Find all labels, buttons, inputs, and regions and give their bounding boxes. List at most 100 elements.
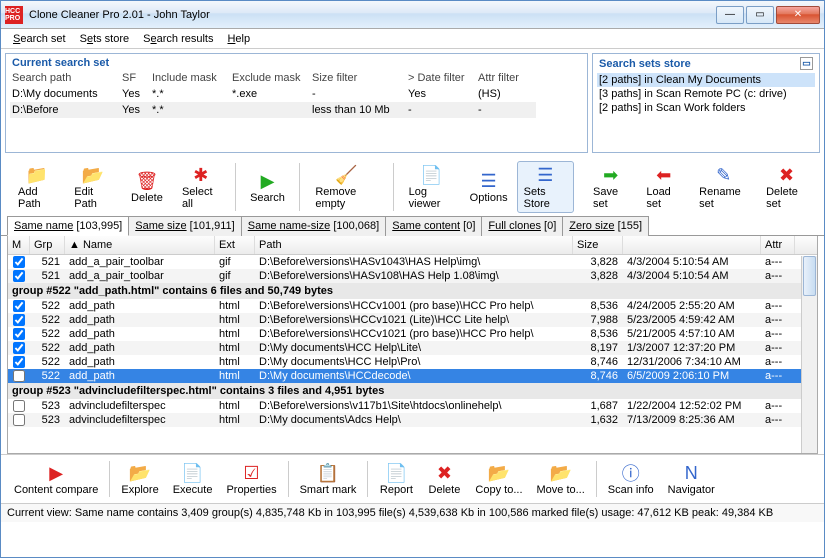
- search-cell[interactable]: less than 10 Mb: [310, 102, 406, 118]
- search-cell[interactable]: -: [406, 102, 476, 118]
- cell-attr: a---: [761, 341, 795, 355]
- menu-sets-store[interactable]: Sets store: [74, 31, 136, 47]
- delete-path-button[interactable]: 🗑Delete: [123, 161, 171, 213]
- edit-path-button[interactable]: 📂Edit Path: [67, 161, 119, 213]
- tab[interactable]: Same content [0]: [385, 216, 482, 236]
- search-cell[interactable]: *.*: [150, 102, 230, 118]
- tab[interactable]: Same size [101,911]: [128, 216, 241, 236]
- add-path-button[interactable]: 📁Add Path: [11, 161, 63, 213]
- row-checkbox[interactable]: [13, 370, 25, 382]
- table-row[interactable]: 522add_pathhtmlD:\Before\versions\HCCv10…: [8, 313, 817, 327]
- close-button[interactable]: ✕: [776, 6, 820, 24]
- search-cell[interactable]: Yes: [120, 102, 150, 118]
- log-viewer-icon: 📄: [420, 164, 442, 186]
- row-checkbox[interactable]: [13, 356, 25, 368]
- row-checkbox[interactable]: [13, 328, 25, 340]
- store-item[interactable]: [2 paths] in Scan Work folders: [597, 101, 815, 115]
- navigator-button[interactable]: NNavigator: [661, 459, 722, 499]
- cell-name: add_path: [65, 369, 215, 383]
- sets-store-button[interactable]: ☰Sets Store: [517, 161, 574, 213]
- cell-ext: html: [215, 327, 255, 341]
- column-header[interactable]: Attr: [761, 236, 795, 254]
- save-set-button[interactable]: ➡Save set: [586, 161, 635, 213]
- scrollbar-thumb[interactable]: [803, 256, 816, 296]
- row-checkbox[interactable]: [13, 314, 25, 326]
- column-header[interactable]: [623, 236, 761, 254]
- table-row[interactable]: 521add_a_pair_toolbargifD:\Before\versio…: [8, 255, 817, 269]
- column-header[interactable]: ▲ Name: [65, 236, 215, 254]
- delete-set-button[interactable]: ✖Delete set: [759, 161, 814, 213]
- search-cell[interactable]: D:\My documents: [10, 86, 120, 102]
- search-header: Size filter: [310, 70, 406, 86]
- row-checkbox[interactable]: [13, 414, 25, 426]
- options-button[interactable]: ☰Options: [465, 161, 513, 213]
- load-set-button[interactable]: ⬅Load set: [639, 161, 688, 213]
- search-header: Exclude mask: [230, 70, 310, 86]
- search-cell[interactable]: *.exe: [230, 86, 310, 102]
- search-header: Attr filter: [476, 70, 536, 86]
- row-checkbox[interactable]: [13, 300, 25, 312]
- cell-path: D:\Before\versions\HASv108\HAS Help 1.08…: [255, 269, 573, 283]
- column-header[interactable]: Ext: [215, 236, 255, 254]
- search-cell[interactable]: D:\Before: [10, 102, 120, 118]
- search-cell[interactable]: *.*: [150, 86, 230, 102]
- log-viewer-button[interactable]: 📄Log viewer: [402, 161, 461, 213]
- rename-set-button[interactable]: ✎Rename set: [692, 161, 755, 213]
- table-row[interactable]: 522add_pathhtmlD:\My documents\HCC Help\…: [8, 355, 817, 369]
- table-row[interactable]: 523advincludefilterspechtmlD:\Before\ver…: [8, 399, 817, 413]
- cell-grp: 523: [30, 413, 65, 427]
- scan-info-button[interactable]: ⓘScan info: [601, 459, 661, 499]
- cell-path: D:\My documents\Adcs Help\: [255, 413, 573, 427]
- table-row[interactable]: 522add_pathhtmlD:\Before\versions\HCCv10…: [8, 327, 817, 341]
- table-row[interactable]: 521add_a_pair_toolbargifD:\Before\versio…: [8, 269, 817, 283]
- store-item[interactable]: [3 paths] in Scan Remote PC (c: drive): [597, 87, 815, 101]
- tab[interactable]: Same name-size [100,068]: [241, 216, 386, 236]
- column-header[interactable]: Path: [255, 236, 573, 254]
- tab[interactable]: Same name [103,995]: [7, 216, 129, 236]
- content-compare-button[interactable]: ▶Content compare: [7, 459, 105, 499]
- delete-file-button[interactable]: ✖Delete: [420, 459, 468, 499]
- report-button[interactable]: 📄Report: [372, 459, 420, 499]
- search-cell[interactable]: (HS): [476, 86, 536, 102]
- cell-date: 5/21/2005 4:57:10 AM: [623, 327, 761, 341]
- explore-button[interactable]: 📂Explore: [114, 459, 165, 499]
- cell-size: 8,536: [573, 327, 623, 341]
- tab[interactable]: Zero size [155]: [562, 216, 649, 236]
- menu-search-set[interactable]: Search set: [7, 31, 72, 47]
- menu-help[interactable]: Help: [221, 31, 256, 47]
- row-checkbox[interactable]: [13, 342, 25, 354]
- minimize-button[interactable]: —: [716, 6, 744, 24]
- copy-to-button[interactable]: 📂Copy to...: [468, 459, 529, 499]
- search-cell[interactable]: [230, 102, 310, 118]
- move-to-button[interactable]: 📂Move to...: [530, 459, 592, 499]
- tab[interactable]: Full clones [0]: [481, 216, 563, 236]
- maximize-button[interactable]: ▭: [746, 6, 774, 24]
- table-row[interactable]: 522add_pathhtmlD:\Before\versions\HCCv10…: [8, 299, 817, 313]
- menu-search-results[interactable]: Search results: [137, 31, 219, 47]
- column-header[interactable]: Grp: [30, 236, 65, 254]
- table-row[interactable]: 523advincludefilterspechtmlD:\My documen…: [8, 413, 817, 427]
- smart-mark-button[interactable]: 📋Smart mark: [293, 459, 364, 499]
- panel-close-icon[interactable]: ▭: [800, 57, 813, 70]
- cell-name: advincludefilterspec: [65, 399, 215, 413]
- cell-name: advincludefilterspec: [65, 413, 215, 427]
- search-cell[interactable]: -: [310, 86, 406, 102]
- properties-button[interactable]: ☑Properties: [219, 459, 283, 499]
- remove-empty-button[interactable]: 🧹Remove empty: [308, 161, 385, 213]
- column-header[interactable]: M: [8, 236, 30, 254]
- row-checkbox[interactable]: [13, 270, 25, 282]
- vertical-scrollbar[interactable]: [801, 256, 817, 453]
- select-all-button[interactable]: ✱Select all: [175, 161, 227, 213]
- execute-button[interactable]: 📄Execute: [166, 459, 220, 499]
- search-cell[interactable]: Yes: [120, 86, 150, 102]
- table-row[interactable]: 522add_pathhtmlD:\My documents\HCC Help\…: [8, 341, 817, 355]
- search-cell[interactable]: Yes: [406, 86, 476, 102]
- search-button[interactable]: ▶Search: [243, 161, 291, 213]
- column-header[interactable]: Size: [573, 236, 623, 254]
- table-row[interactable]: 522add_pathhtmlD:\My documents\HCCdecode…: [8, 369, 817, 383]
- search-icon: ▶: [256, 170, 278, 192]
- row-checkbox[interactable]: [13, 400, 25, 412]
- store-item[interactable]: [2 paths] in Clean My Documents: [597, 73, 815, 87]
- search-cell[interactable]: -: [476, 102, 536, 118]
- row-checkbox[interactable]: [13, 256, 25, 268]
